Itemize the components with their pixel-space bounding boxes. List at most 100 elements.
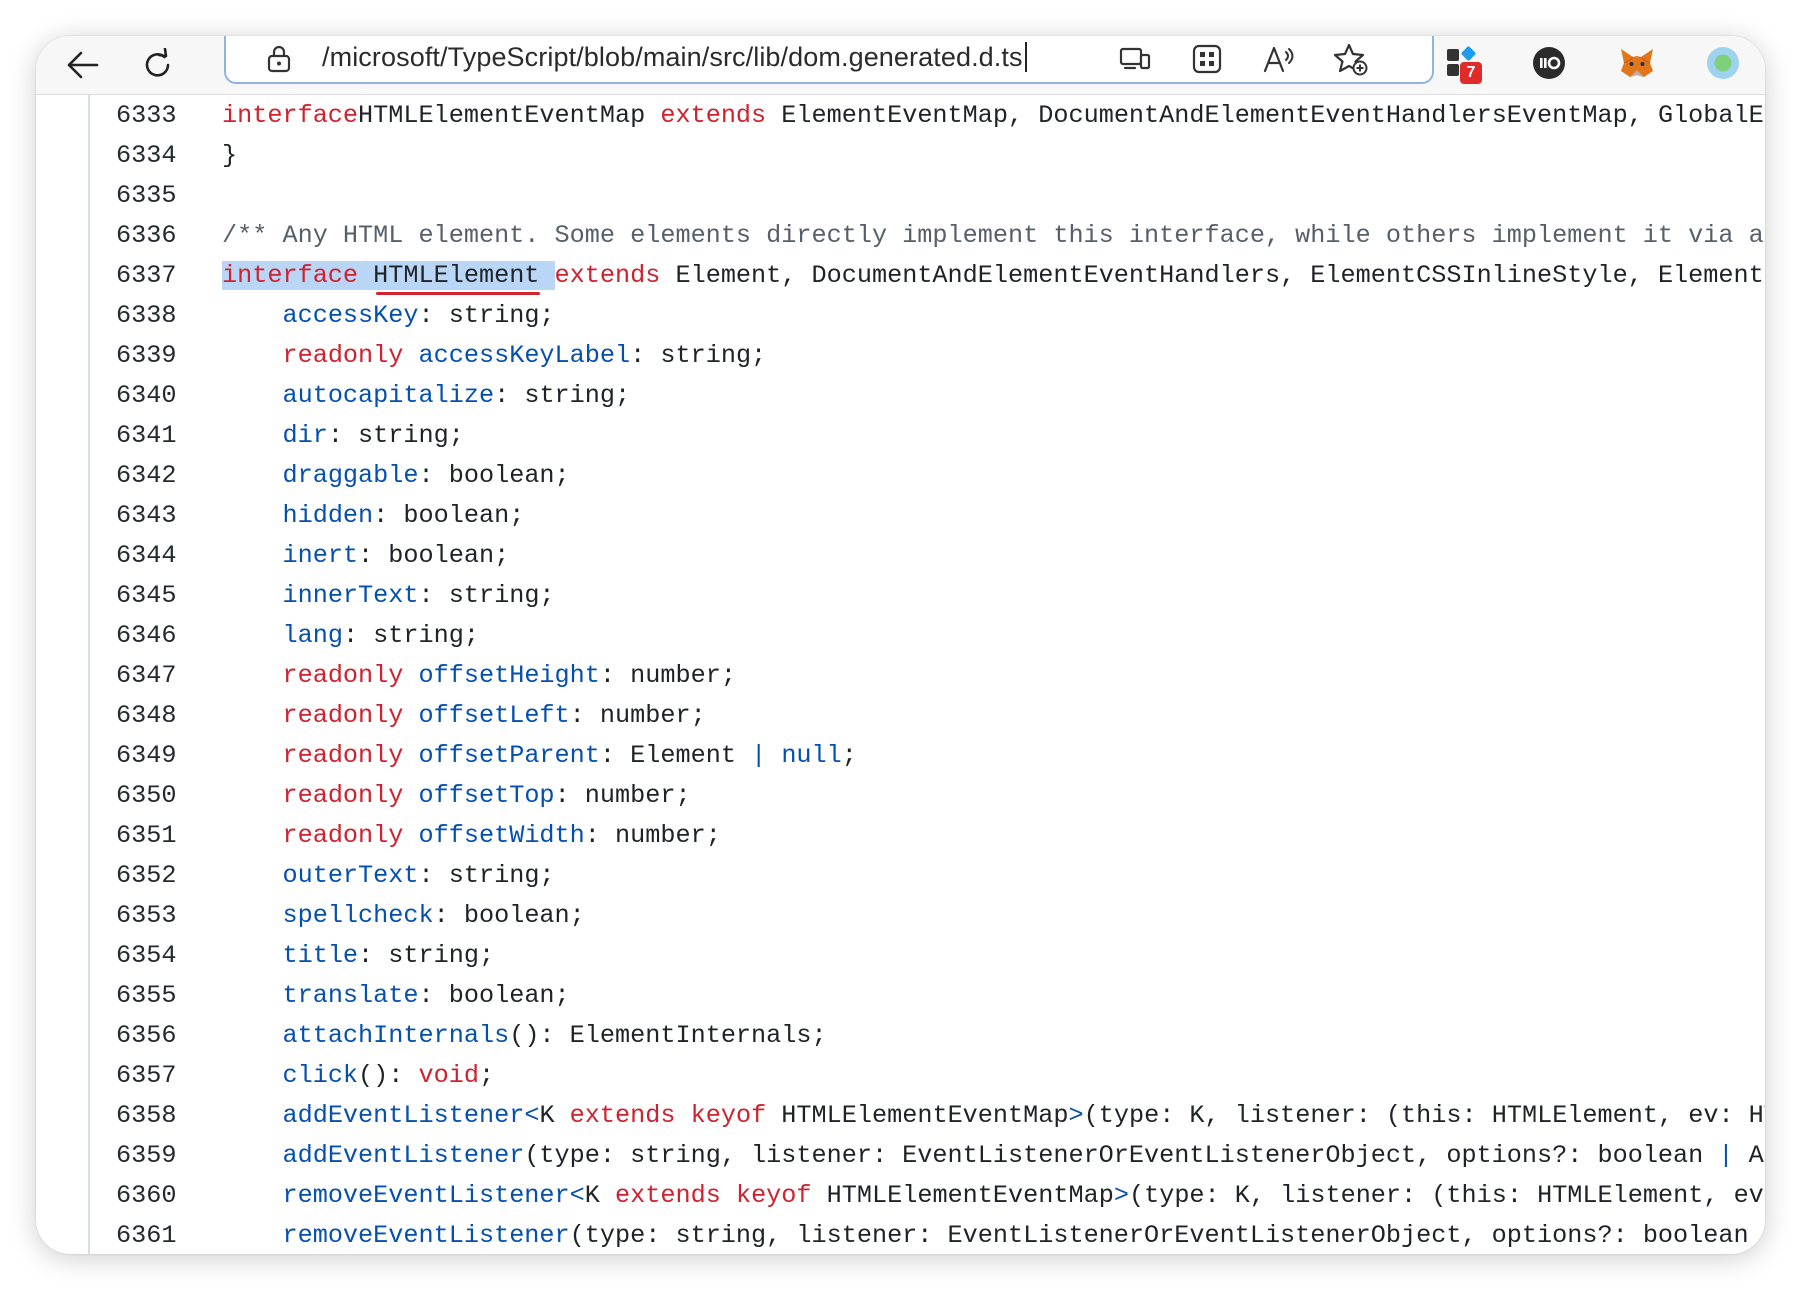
line-number[interactable]: 6347	[116, 656, 226, 696]
code-text: HTMLElementEventMap	[811, 1181, 1114, 1210]
line-source: spellcheck: boolean;	[222, 896, 584, 936]
code-line: 6349 readonly offsetParent: Element | nu…	[36, 736, 1765, 776]
app-available-icon[interactable]	[1112, 36, 1158, 82]
line-number[interactable]: 6338	[116, 296, 226, 336]
code-keyword: interface	[222, 261, 359, 290]
line-number[interactable]: 6334	[116, 136, 226, 176]
line-source: /** Any HTML element. Some elements dire…	[222, 216, 1765, 256]
code-line: 6360 removeEventListener<K extends keyof…	[36, 1176, 1765, 1216]
line-number[interactable]: 6341	[116, 416, 226, 456]
code-text: AddEve	[1748, 1141, 1765, 1170]
line-number[interactable]: 6359	[116, 1136, 226, 1176]
code-text: : number;	[599, 661, 736, 690]
line-number[interactable]: 6342	[116, 456, 226, 496]
code-property: accessKeyLabel	[418, 341, 631, 370]
line-number[interactable]: 6346	[116, 616, 226, 656]
line-number[interactable]: 6356	[116, 1016, 226, 1056]
code-property: removeEventListener	[282, 1181, 570, 1210]
code-line: 6343 hidden: boolean;	[36, 496, 1765, 536]
line-source: readonly offsetWidth: number;	[222, 816, 720, 856]
line-source: readonly offsetLeft: number;	[222, 696, 705, 736]
line-number[interactable]: 6339	[116, 336, 226, 376]
code-text: (type: string, listener: EventListenerOr…	[524, 1141, 1719, 1170]
code-line: 6335	[36, 176, 1765, 216]
line-number[interactable]: 6344	[116, 536, 226, 576]
code-keyword: readonly	[282, 661, 404, 690]
line-number[interactable]: 6350	[116, 776, 226, 816]
code-property: lang	[282, 621, 343, 650]
code-property: autocapitalize	[282, 381, 495, 410]
ext-circle-icon[interactable]	[1524, 38, 1574, 88]
line-source: interfaceHTMLElementEventMap extends Ele…	[222, 96, 1765, 136]
code-text: : Element	[599, 741, 752, 770]
back-arrow-icon[interactable]	[54, 36, 110, 94]
code-text: HTMLElementEventMap	[358, 101, 661, 130]
code-property: dir	[282, 421, 328, 450]
code-line: 6359 addEventListener(type: string, list…	[36, 1136, 1765, 1176]
code-line: 6341 dir: string;	[36, 416, 1765, 456]
line-number[interactable]: 6343	[116, 496, 226, 536]
code-line: 6337 interface HTMLElement extends Elemen…	[36, 256, 1765, 296]
code-property: spellcheck	[282, 901, 434, 930]
line-number[interactable]: 6352	[116, 856, 226, 896]
line-source: click(): void;	[222, 1056, 494, 1096]
code-property: innerText	[282, 581, 419, 610]
code-property: null	[781, 741, 842, 770]
code-keyword: extends	[569, 1101, 676, 1130]
extensions-icon[interactable]: 7	[1436, 38, 1486, 88]
line-number[interactable]: 6360	[116, 1176, 226, 1216]
line-number[interactable]: 6351	[116, 816, 226, 856]
code-property: >	[1113, 1181, 1129, 1210]
line-number[interactable]: 6340	[116, 376, 226, 416]
address-bar[interactable]: /microsoft/TypeScript/blob/main/src/lib/…	[224, 36, 1434, 84]
add-favorite-icon[interactable]	[1328, 36, 1374, 82]
code-property: <	[524, 1101, 540, 1130]
read-aloud-icon[interactable]	[1256, 36, 1302, 82]
lock-icon[interactable]	[256, 36, 302, 82]
line-number[interactable]: 6336	[116, 216, 226, 256]
line-number[interactable]: 6353	[116, 896, 226, 936]
line-source: dir: string;	[222, 416, 463, 456]
code-line: 6358 addEventListener<K extends keyof HT…	[36, 1096, 1765, 1136]
code-line: 6338 accessKey: string;	[36, 296, 1765, 336]
code-text: HTMLElement	[358, 261, 555, 290]
line-number[interactable]: 6335	[116, 176, 226, 216]
code-keyword: readonly	[282, 821, 404, 850]
address-url[interactable]: /microsoft/TypeScript/blob/main/src/lib/…	[322, 42, 1027, 73]
line-number[interactable]: 6355	[116, 976, 226, 1016]
line-number[interactable]: 6337	[116, 256, 226, 296]
line-source: readonly accessKeyLabel: string;	[222, 336, 766, 376]
line-number[interactable]: 6357	[116, 1056, 226, 1096]
code-line: 6345 innerText: string;	[36, 576, 1765, 616]
code-line: 6353 spellcheck: boolean;	[36, 896, 1765, 936]
code-keyword: extends	[615, 1181, 721, 1210]
reload-icon[interactable]	[130, 36, 186, 94]
line-number[interactable]: 6349	[116, 736, 226, 776]
line-number[interactable]: 6358	[116, 1096, 226, 1136]
line-number[interactable]: 6348	[116, 696, 226, 736]
line-source: title: string;	[222, 936, 494, 976]
profile-avatar-icon[interactable]	[1698, 38, 1748, 88]
code-text: : boolean;	[358, 541, 510, 570]
metamask-fox-icon[interactable]	[1612, 38, 1662, 88]
code-text: : boolean;	[373, 501, 525, 530]
line-number[interactable]: 6345	[116, 576, 226, 616]
code-property: accessKey	[282, 301, 419, 330]
line-number[interactable]: 6354	[116, 936, 226, 976]
line-number[interactable]: 6333	[116, 96, 226, 136]
code-keyword: extends	[554, 261, 661, 290]
line-number[interactable]: 6361	[116, 1216, 226, 1254]
code-keyword: keyof	[690, 1101, 767, 1130]
split-screen-icon[interactable]	[1184, 36, 1230, 82]
code-text: K	[584, 1181, 616, 1210]
code-keyword: readonly	[282, 741, 404, 770]
